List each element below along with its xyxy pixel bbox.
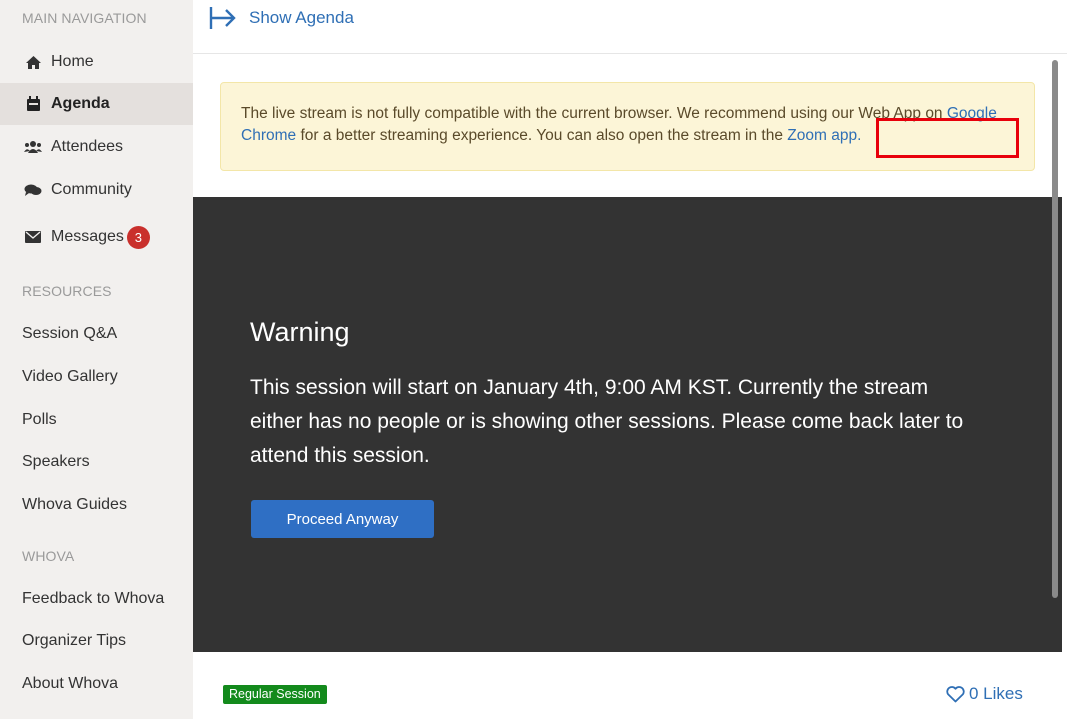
envelope-icon: [24, 228, 42, 246]
browser-compatibility-alert: The live stream is not fully compatible …: [220, 82, 1035, 171]
users-icon: [24, 138, 42, 156]
comments-icon: [24, 181, 42, 199]
top-bar: Show Agenda: [193, 0, 1067, 54]
sidebar-item-label: Community: [51, 181, 132, 198]
show-agenda-button[interactable]: Show Agenda: [209, 6, 354, 30]
warning-message: This session will start on January 4th, …: [250, 376, 964, 467]
likes-count: 0 Likes: [969, 684, 1023, 703]
main-navigation-header: MAIN NAVIGATION: [22, 10, 147, 26]
sidebar-item-session-qa[interactable]: Session Q&A: [0, 313, 193, 355]
sidebar-item-attendees[interactable]: Attendees: [0, 126, 193, 168]
sidebar-item-speakers[interactable]: Speakers: [0, 441, 193, 483]
zoom-app-link[interactable]: Zoom app.: [787, 127, 861, 144]
sidebar-item-video-gallery[interactable]: Video Gallery: [0, 356, 193, 398]
sidebar-item-agenda[interactable]: Agenda: [0, 83, 193, 125]
sidebar-item-polls[interactable]: Polls: [0, 399, 193, 441]
sidebar-item-community[interactable]: Community: [0, 169, 193, 211]
sidebar-item-organizer-tips[interactable]: Organizer Tips: [0, 620, 193, 662]
sidebar-item-feedback[interactable]: Feedback to Whova: [0, 578, 193, 620]
calendar-icon: [24, 95, 42, 113]
sidebar-item-label: Messages: [51, 228, 124, 245]
proceed-anyway-button[interactable]: Proceed Anyway: [251, 500, 434, 538]
sidebar-item-about-whova[interactable]: About Whova: [0, 663, 193, 705]
alert-text-middle: for a better streaming experience. You c…: [296, 127, 788, 144]
sidebar-item-label: Attendees: [51, 138, 124, 155]
whova-header: WHOVA: [22, 548, 75, 564]
sidebar-item-label: Agenda: [51, 95, 110, 112]
video-stream-panel: Warning This session will start on Janua…: [193, 197, 1062, 652]
likes-button[interactable]: 0 Likes: [946, 684, 1023, 704]
heart-icon: [946, 685, 965, 702]
sidebar-item-home[interactable]: Home: [0, 41, 193, 83]
alert-text-start: The live stream is not fully compatible …: [241, 105, 947, 122]
resources-header: RESOURCES: [22, 283, 112, 299]
unread-count-badge: 3: [126, 225, 150, 249]
show-agenda-label: Show Agenda: [249, 8, 354, 27]
sidebar-item-messages[interactable]: Messages 3: [0, 216, 193, 258]
warning-title: Warning: [250, 317, 350, 347]
home-icon: [24, 53, 42, 71]
app-root: MAIN NAVIGATION Home Agenda Attendees Co…: [0, 0, 1067, 719]
sidebar-item-label: Home: [51, 53, 94, 70]
sidebar-item-whova-guides[interactable]: Whova Guides: [0, 484, 193, 526]
session-type-badge: Regular Session: [223, 685, 327, 704]
scrollbar-thumb[interactable]: [1052, 60, 1058, 598]
arrow-right-to-bar-icon: [209, 7, 236, 29]
sidebar: MAIN NAVIGATION Home Agenda Attendees Co…: [0, 0, 193, 719]
